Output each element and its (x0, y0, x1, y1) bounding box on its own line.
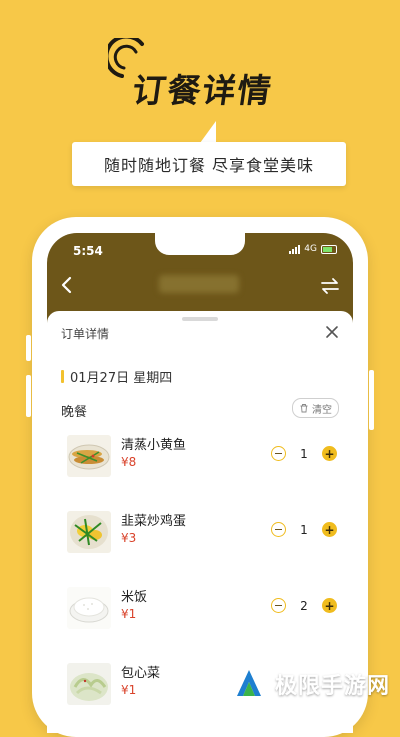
phone-notch (155, 233, 245, 255)
sheet-title: 订单详情 (61, 327, 110, 341)
decrease-button[interactable] (271, 522, 286, 537)
item-price: ¥1 (121, 607, 137, 621)
trash-icon (300, 404, 308, 413)
list-item: 清蒸小黄鱼 ¥8 1 + (67, 435, 337, 481)
item-name: 包心菜 (121, 666, 161, 681)
clear-label: 清空 (312, 404, 332, 416)
battery-icon (321, 244, 337, 254)
status-time: 5:54 (73, 244, 103, 258)
date-accent-bar (61, 370, 64, 383)
meal-label: 晚餐 (61, 405, 88, 420)
app-screen: 5:54 4G 订单详情 01月27日 星期四 晚餐 清空 清蒸小黄鱼 ¥8 1… (47, 233, 353, 733)
date-label: 01月27日 星期四 (70, 371, 173, 386)
quantity-stepper: 1 + (271, 522, 337, 537)
sheet-drag-handle[interactable] (182, 317, 218, 321)
watermark: 极限手游网 (229, 664, 390, 704)
dish-image-rice (67, 587, 111, 629)
dish-image-cabbage (67, 663, 111, 705)
dish-image-egg (67, 511, 111, 553)
item-name: 韭菜炒鸡蛋 (121, 514, 187, 529)
phone-power-button (369, 370, 374, 430)
item-name: 清蒸小黄鱼 (121, 438, 187, 453)
quantity-value: 1 (300, 446, 308, 461)
list-item: 韭菜炒鸡蛋 ¥3 1 + (67, 511, 337, 557)
date-row: 01月27日 星期四 (61, 367, 172, 386)
decrease-button[interactable] (271, 446, 286, 461)
item-price: ¥3 (121, 531, 137, 545)
dish-image-fish (67, 435, 111, 477)
watermark-logo-icon (229, 665, 268, 703)
item-name: 米饭 (121, 590, 148, 605)
promo-title: 订餐详情 (129, 71, 276, 110)
increase-button[interactable]: + (322, 598, 337, 613)
phone-volume-button (26, 335, 31, 361)
phone-volume-button (26, 375, 31, 417)
item-price: ¥1 (121, 683, 137, 697)
close-icon[interactable] (321, 321, 343, 343)
quantity-stepper: 1 + (271, 446, 337, 461)
quantity-value: 1 (300, 522, 308, 537)
list-item: 米饭 ¥1 2 + (67, 587, 337, 633)
back-arrow-icon[interactable] (57, 273, 77, 297)
item-price: ¥8 (121, 455, 137, 469)
promo-tagline: 随时随地订餐 尽享食堂美味 (72, 142, 346, 186)
increase-button[interactable]: + (322, 446, 337, 461)
blurred-page-title (159, 275, 239, 293)
status-indicators: 4G (289, 244, 337, 254)
quantity-value: 2 (300, 598, 308, 613)
watermark-text: 极限手游网 (274, 674, 390, 699)
signal-icon (289, 244, 301, 254)
clear-button[interactable]: 清空 (292, 398, 339, 418)
switch-arrows-icon[interactable] (319, 277, 341, 295)
decrease-button[interactable] (271, 598, 286, 613)
network-label: 4G (304, 244, 317, 254)
speech-bubble-tail (200, 121, 216, 143)
increase-button[interactable]: + (322, 522, 337, 537)
quantity-stepper: 2 + (271, 598, 337, 613)
